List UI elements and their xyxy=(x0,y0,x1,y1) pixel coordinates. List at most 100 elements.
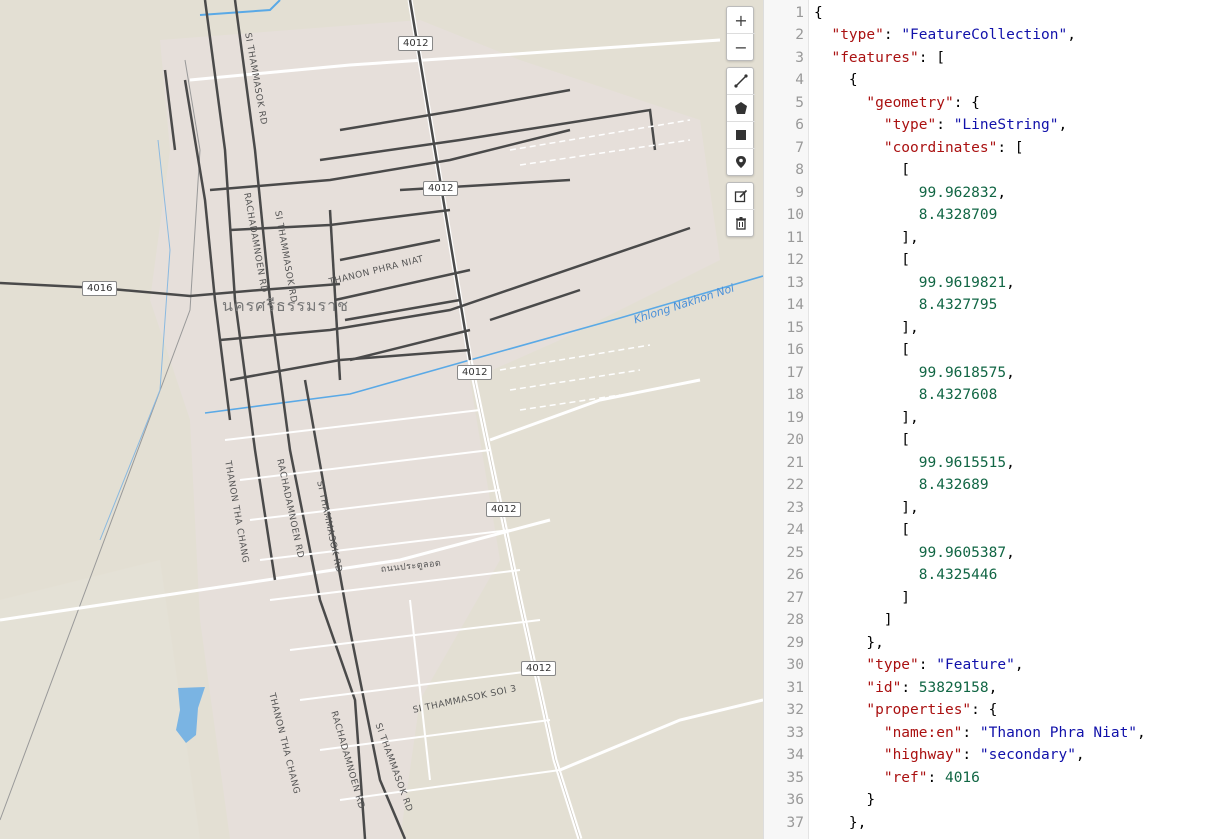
code-line[interactable]: } xyxy=(814,789,875,812)
line-number: 18 xyxy=(786,387,804,403)
road-shield: 4012 xyxy=(457,365,493,380)
code-line[interactable]: 8.4327795 xyxy=(814,294,998,317)
line-number: 4 xyxy=(795,72,804,88)
code-line[interactable]: "ref": 4016 xyxy=(814,767,980,790)
line-icon xyxy=(734,74,748,88)
pond xyxy=(176,687,205,743)
line-number: 31 xyxy=(786,679,804,696)
code-line[interactable]: "geometry": { xyxy=(814,92,980,115)
code-line[interactable]: 99.9605387, xyxy=(814,542,1015,565)
edit-controls xyxy=(726,182,755,237)
line-number: 15 xyxy=(786,319,804,336)
stream xyxy=(99,139,171,541)
zoom-out-button[interactable]: − xyxy=(727,34,755,60)
code-line[interactable]: "type": "LineString", xyxy=(814,114,1067,137)
delete-layers-button[interactable] xyxy=(727,210,755,236)
rectangle-icon xyxy=(736,130,746,140)
road-shield: 4016 xyxy=(82,281,118,296)
line-number: 22 xyxy=(786,477,804,493)
trash-icon xyxy=(736,217,746,230)
code-line[interactable]: 8.4327608 xyxy=(814,384,998,407)
code-line[interactable]: "properties": { xyxy=(814,699,997,722)
line-number: 13 xyxy=(786,274,804,291)
line-number: 26 xyxy=(786,567,804,583)
edit-icon xyxy=(734,189,748,203)
line-number: 25 xyxy=(786,544,804,561)
code-line[interactable]: 8.4325446 xyxy=(814,564,998,587)
geojson-editor[interactable]: 1 2 3 4 5 6 7 8 9 10 11 12 13 14 15 16 17 18 19 20 21 22 23 24 2… xyxy=(763,0,1231,839)
zoom-controls: + − xyxy=(726,6,755,61)
line-number: 2 xyxy=(795,27,804,43)
code-line[interactable]: 8.432689 xyxy=(814,474,989,497)
draw-line-button[interactable] xyxy=(727,68,755,95)
code-line[interactable]: "type": "Feature", xyxy=(814,654,1023,677)
code-line[interactable]: 8.4328709 xyxy=(814,204,998,227)
draw-polygon-button[interactable] xyxy=(727,95,755,122)
line-number: 29 xyxy=(786,634,804,651)
draw-rectangle-button[interactable] xyxy=(727,122,755,149)
code-line[interactable]: [ xyxy=(814,519,910,542)
code-line[interactable]: 99.9619821, xyxy=(814,272,1015,295)
code-line[interactable]: 99.9618575, xyxy=(814,362,1015,385)
code-line[interactable]: "name:en": "Thanon Phra Niat", xyxy=(814,722,1146,745)
map-toolbar: + − xyxy=(726,6,755,243)
code-line[interactable]: ] xyxy=(814,587,910,610)
line-number: 36 xyxy=(786,792,804,808)
line-number: 28 xyxy=(786,612,804,628)
road-shield: 4012 xyxy=(486,502,522,517)
road-shield: 4012 xyxy=(398,36,434,51)
line-number: 37 xyxy=(786,814,804,831)
road-shield: 4012 xyxy=(423,181,459,196)
marker-icon xyxy=(736,156,746,168)
code-line[interactable]: "id": 53829158, xyxy=(814,677,997,700)
map-view[interactable]: 4012 4012 4012 4012 4012 4016 นครศรีธรรม… xyxy=(0,0,763,839)
line-number: 6 xyxy=(795,117,804,133)
code-line[interactable]: [ xyxy=(814,339,910,362)
city-label: นครศรีธรรมราช xyxy=(222,296,349,315)
line-number: 19 xyxy=(786,409,804,426)
map-canvas[interactable] xyxy=(0,0,763,839)
line-number: 20 xyxy=(786,432,804,448)
zoom-in-button[interactable]: + xyxy=(727,7,755,34)
line-number: 32 xyxy=(786,702,804,718)
code-line[interactable]: 99.9615515, xyxy=(814,452,1015,475)
line-number: 35 xyxy=(786,769,804,786)
code-line[interactable]: [ xyxy=(814,249,910,272)
code-line[interactable]: "highway": "secondary", xyxy=(814,744,1085,767)
code-line[interactable]: 99.962832, xyxy=(814,182,1006,205)
road-shield: 4012 xyxy=(521,661,557,676)
line-number: 10 xyxy=(786,207,804,223)
line-number: 9 xyxy=(795,184,804,201)
code-line[interactable]: ], xyxy=(814,317,918,340)
edit-layers-button[interactable] xyxy=(727,183,755,210)
line-number: 23 xyxy=(786,499,804,516)
code-line[interactable]: { xyxy=(814,2,823,25)
line-number: 12 xyxy=(786,252,804,268)
line-number: 21 xyxy=(786,454,804,471)
code-line[interactable]: ], xyxy=(814,227,918,250)
line-number: 30 xyxy=(786,657,804,673)
line-number: 17 xyxy=(786,364,804,381)
draw-marker-button[interactable] xyxy=(727,149,755,175)
code-line[interactable]: "features": [ xyxy=(814,47,945,70)
code-line[interactable]: [ xyxy=(814,159,910,182)
code-line[interactable]: ] xyxy=(814,609,893,632)
draw-controls xyxy=(726,67,755,176)
line-number: 16 xyxy=(786,342,804,358)
line-number: 7 xyxy=(795,139,804,156)
code-line[interactable]: }, xyxy=(814,812,866,835)
code-line[interactable]: }, xyxy=(814,632,883,655)
line-number: 14 xyxy=(786,297,804,313)
line-number-gutter: 1 2 3 4 5 6 7 8 9 10 11 12 13 14 15 16 17 18 19 20 21 22 23 24 2… xyxy=(764,0,809,839)
code-line[interactable]: "coordinates": [ xyxy=(814,137,1024,160)
line-number: 11 xyxy=(786,229,804,246)
code-line[interactable]: [ xyxy=(814,429,910,452)
code-line[interactable]: { xyxy=(814,69,858,92)
line-number: 5 xyxy=(795,94,804,111)
polygon-icon xyxy=(735,102,747,114)
code-line[interactable]: ], xyxy=(814,497,918,520)
code-line[interactable]: ], xyxy=(814,407,918,430)
line-number: 8 xyxy=(795,162,804,178)
canal xyxy=(199,0,281,16)
code-line[interactable]: "type": "FeatureCollection", xyxy=(814,24,1075,47)
